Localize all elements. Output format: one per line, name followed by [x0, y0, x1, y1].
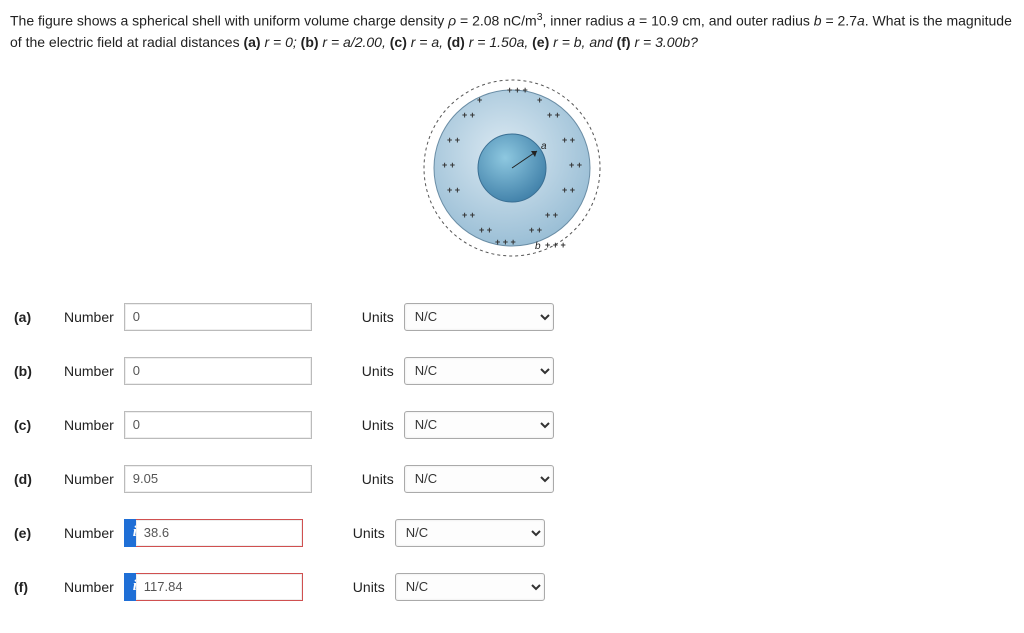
inner-radius-label: a	[541, 141, 547, 152]
svg-text:+ + +: + + +	[545, 240, 566, 250]
outer-radius-label: b	[535, 241, 541, 252]
svg-text:+ +: + +	[569, 160, 582, 170]
part-label-a: (a)	[14, 309, 54, 325]
row-c: (c) Number Units N/C	[14, 411, 1014, 439]
number-label: Number	[64, 309, 114, 325]
shell-diagram: a b + + + + + + + + + + + + + + + + + + …	[417, 73, 607, 263]
row-f: (f) Number i Units N/C	[14, 573, 1014, 601]
svg-text:+ +: + +	[562, 185, 575, 195]
units-select-a[interactable]: N/C	[404, 303, 554, 331]
svg-text:+ +: + +	[529, 225, 542, 235]
row-e: (e) Number i Units N/C	[14, 519, 1014, 547]
row-d: (d) Number Units N/C	[14, 465, 1014, 493]
number-input-e[interactable]	[136, 519, 303, 547]
row-b: (b) Number Units N/C	[14, 357, 1014, 385]
part-label-c: (c)	[14, 417, 54, 433]
number-input-c[interactable]	[124, 411, 312, 439]
figure: a b + + + + + + + + + + + + + + + + + + …	[10, 73, 1014, 263]
number-input-f[interactable]	[136, 573, 303, 601]
svg-text:+ +: + +	[462, 110, 475, 120]
svg-text:+ +: + +	[442, 160, 455, 170]
units-label: Units	[362, 309, 394, 325]
answers-block: (a) Number Units N/C (b) Number Units N/…	[14, 303, 1014, 601]
number-input-a[interactable]	[124, 303, 312, 331]
row-a: (a) Number Units N/C	[14, 303, 1014, 331]
svg-text:+: +	[477, 95, 482, 105]
svg-text:+ + +: + + +	[495, 237, 516, 247]
svg-text:+: +	[537, 95, 542, 105]
svg-text:+ + +: + + +	[507, 85, 528, 95]
units-select-c[interactable]: N/C	[404, 411, 554, 439]
units-select-e[interactable]: N/C	[395, 519, 545, 547]
svg-text:+ +: + +	[547, 110, 560, 120]
part-label-f: (f)	[14, 579, 54, 595]
number-input-d[interactable]	[124, 465, 312, 493]
svg-text:+ +: + +	[447, 135, 460, 145]
units-select-f[interactable]: N/C	[395, 573, 545, 601]
units-select-d[interactable]: N/C	[404, 465, 554, 493]
units-select-b[interactable]: N/C	[404, 357, 554, 385]
svg-text:+ +: + +	[479, 225, 492, 235]
svg-text:+ +: + +	[447, 185, 460, 195]
part-label-d: (d)	[14, 471, 54, 487]
svg-text:+ +: + +	[545, 210, 558, 220]
svg-text:+ +: + +	[562, 135, 575, 145]
svg-text:+ +: + +	[462, 210, 475, 220]
number-input-b[interactable]	[124, 357, 312, 385]
part-label-b: (b)	[14, 363, 54, 379]
part-label-e: (e)	[14, 525, 54, 541]
problem-statement: The figure shows a spherical shell with …	[10, 10, 1014, 53]
